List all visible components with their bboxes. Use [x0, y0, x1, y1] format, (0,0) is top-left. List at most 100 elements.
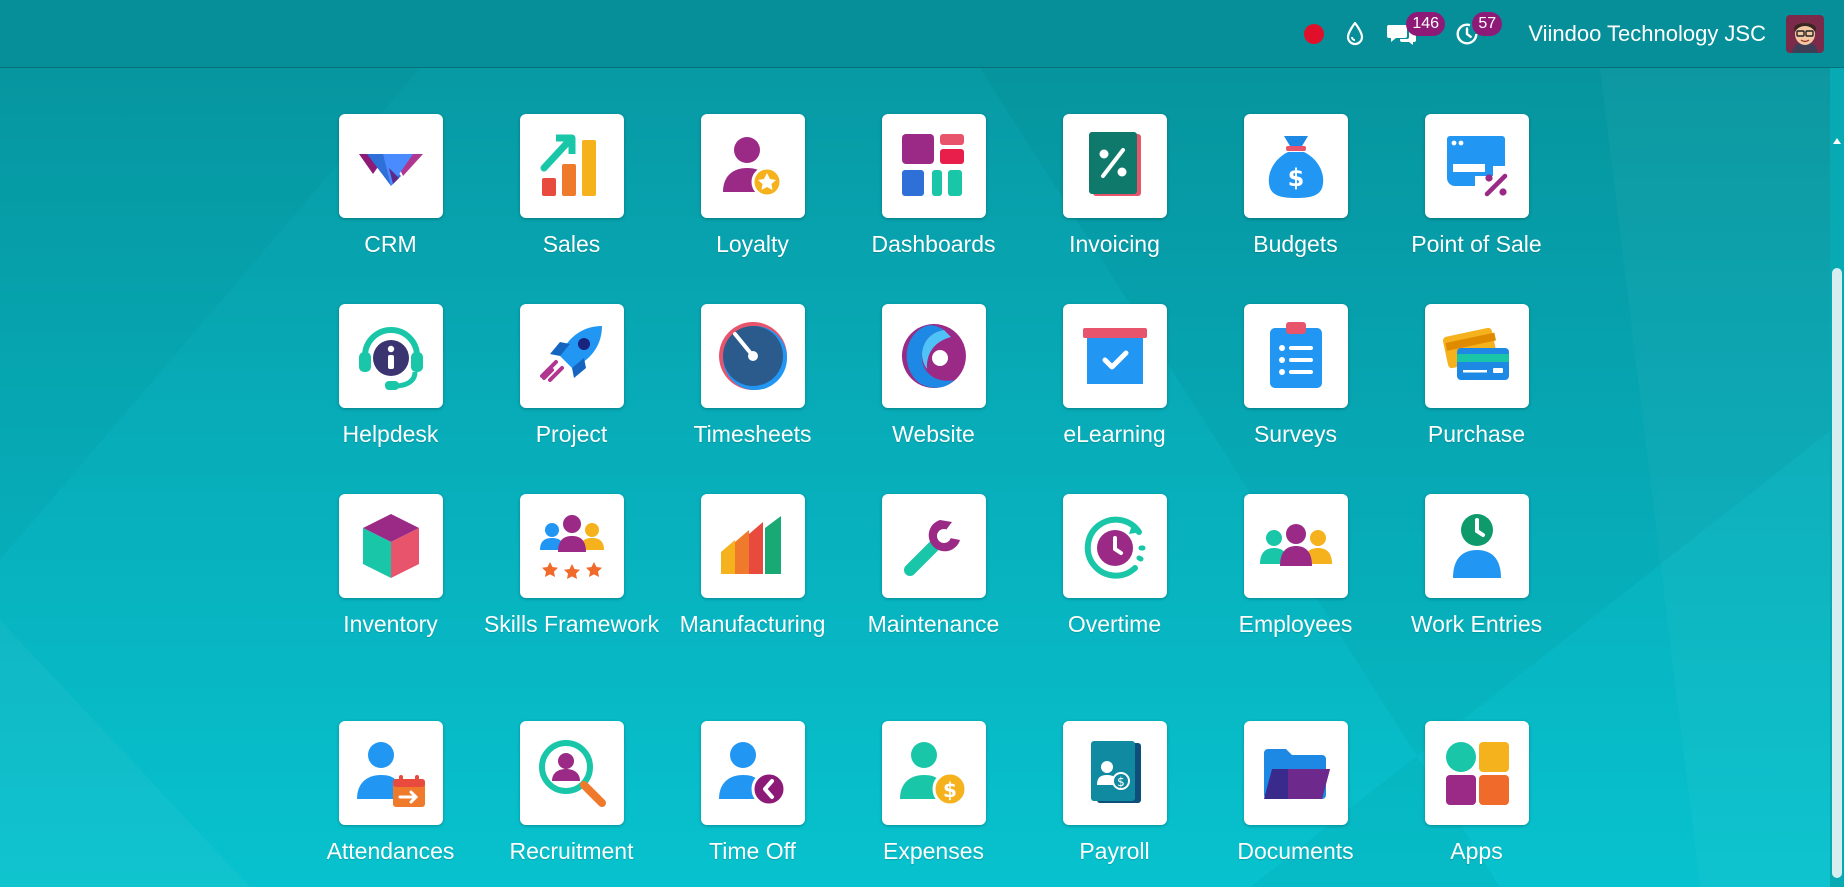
app-label: CRM [364, 231, 417, 257]
app-label: Sales [542, 231, 601, 257]
activities-badge: 57 [1472, 12, 1503, 36]
top-navbar: 146 57 Viindoo Technology JSC [0, 0, 1844, 68]
messaging-button[interactable]: 146 [1386, 0, 1446, 68]
app-recruitment[interactable]: Recruitment [481, 721, 662, 870]
recording-indicator[interactable] [1304, 0, 1346, 68]
headset-info-icon [358, 327, 423, 390]
app-label: Helpdesk [342, 421, 439, 447]
app-tile [519, 494, 624, 598]
credit-cards-icon [1442, 327, 1509, 380]
app-expenses[interactable]: $ Expenses [843, 721, 1024, 870]
app-inventory[interactable]: Inventory [300, 494, 481, 643]
app-tile [338, 304, 443, 408]
avatar [1786, 15, 1824, 53]
app-budgets[interactable]: $ Budgets [1205, 114, 1386, 263]
app-point-of-sale[interactable]: Point of Sale [1386, 114, 1567, 263]
record-dot-icon [1304, 24, 1325, 44]
app-tile [338, 494, 443, 598]
app-time-off[interactable]: Time Off [662, 721, 843, 870]
messages-badge: 146 [1406, 12, 1446, 36]
app-helpdesk[interactable]: Helpdesk [300, 304, 481, 453]
app-label: Expenses [882, 838, 984, 864]
app-apps[interactable]: Apps [1386, 721, 1567, 870]
app-loyalty[interactable]: Loyalty [662, 114, 843, 263]
app-label: Maintenance [867, 611, 1000, 637]
app-documents[interactable]: Documents [1205, 721, 1386, 870]
app-work-entries[interactable]: Work Entries [1386, 494, 1567, 643]
bar-chart-arrow-icon [540, 134, 596, 196]
app-website[interactable]: Website [843, 304, 1024, 453]
team-stars-icon [539, 515, 604, 579]
app-tile [1424, 494, 1529, 598]
app-invoicing[interactable]: Invoicing [1024, 114, 1205, 263]
user-star-icon [722, 137, 782, 198]
app-sales[interactable]: Sales [481, 114, 662, 263]
app-tile [700, 114, 805, 218]
app-tile [700, 721, 805, 825]
scroll-up-arrow[interactable] [1833, 138, 1841, 144]
svg-text:$: $ [1287, 164, 1304, 192]
scrollbar-thumb[interactable] [1832, 268, 1842, 878]
app-label: Documents [1237, 838, 1354, 864]
gauge-icon [718, 322, 787, 390]
app-label: Invoicing [1069, 231, 1160, 257]
app-dashboards[interactable]: Dashboards [843, 114, 1024, 263]
app-label: Time Off [709, 838, 796, 864]
app-tile [881, 494, 986, 598]
checkbox-box-icon [1082, 328, 1147, 384]
svg-text:$: $ [943, 778, 957, 802]
app-skills-framework[interactable]: Skills Framework [481, 494, 662, 643]
app-payroll[interactable]: $ Payroll [1024, 721, 1205, 870]
user-back-icon [718, 742, 786, 807]
app-tile [1243, 304, 1348, 408]
app-tile: $ [881, 721, 986, 825]
app-blocks-icon [1445, 742, 1509, 805]
app-manufacturing[interactable]: Manufacturing [662, 494, 843, 643]
app-label: Inventory [343, 611, 438, 637]
app-elearning[interactable]: eLearning [1024, 304, 1205, 453]
app-timesheets[interactable]: Timesheets [662, 304, 843, 453]
app-label: Dashboards [871, 231, 996, 257]
app-label: Project [535, 421, 608, 447]
app-label: Apps [1450, 838, 1503, 864]
app-label: Website [892, 421, 975, 447]
activities-button[interactable]: 57 [1454, 0, 1503, 68]
app-attendances[interactable]: Attendances [300, 721, 481, 870]
user-coin-icon: $ [899, 742, 967, 807]
app-label: Purchase [1427, 421, 1526, 447]
app-surveys[interactable]: Surveys [1205, 304, 1386, 453]
app-project[interactable]: Project [481, 304, 662, 453]
clipboard-list-icon [1269, 322, 1322, 388]
app-purchase[interactable]: Purchase [1386, 304, 1567, 453]
user-clock-icon [1452, 514, 1501, 578]
app-label: Manufacturing [679, 611, 826, 637]
user-menu[interactable] [1786, 0, 1824, 68]
app-label: Recruitment [509, 838, 634, 864]
cube-icon [362, 514, 419, 578]
app-overtime[interactable]: Overtime [1024, 494, 1205, 643]
app-maintenance[interactable]: Maintenance [843, 494, 1024, 643]
scrollbar[interactable] [1830, 68, 1844, 887]
app-tile [338, 114, 443, 218]
droplet-icon [1347, 22, 1364, 46]
app-tile [700, 494, 805, 598]
percent-document-icon [1088, 132, 1141, 196]
folder-icon [1263, 749, 1330, 799]
app-label: Attendances [326, 838, 455, 864]
droplet-button[interactable] [1346, 0, 1364, 68]
app-tile [519, 304, 624, 408]
company-switcher[interactable]: Viindoo Technology JSC [1500, 0, 1786, 68]
app-crm[interactable]: CRM [300, 114, 481, 263]
app-tile [1424, 721, 1529, 825]
app-employees[interactable]: Employees [1205, 494, 1386, 643]
app-label: Loyalty [716, 231, 789, 257]
clock-cycle-icon [1084, 516, 1145, 579]
app-tile [519, 114, 624, 218]
app-tile [881, 114, 986, 218]
app-tile [1243, 721, 1348, 825]
app-tile: $ [1062, 721, 1167, 825]
app-tile [881, 304, 986, 408]
group-icon [1259, 524, 1332, 566]
magnifier-user-icon [538, 740, 606, 807]
app-label: Timesheets [693, 421, 812, 447]
